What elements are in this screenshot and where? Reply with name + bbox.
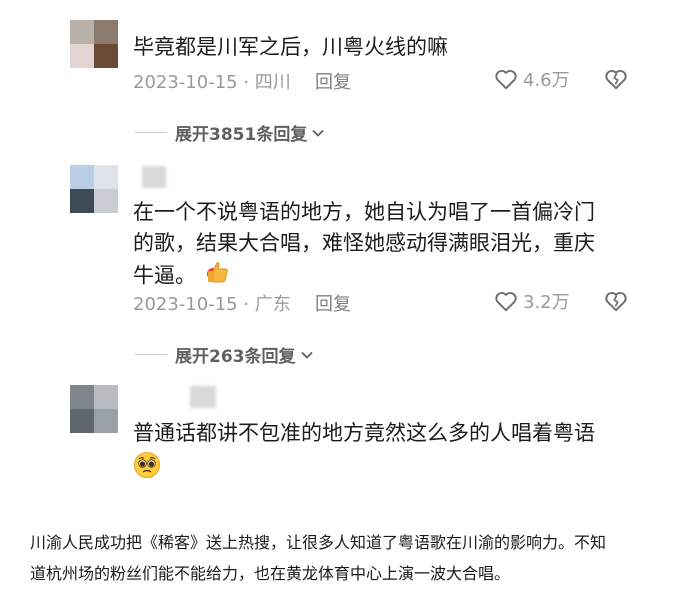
article-line: 道杭州场的粉丝们能不能给力，也在黄龙体育中心上演一波大合唱。 bbox=[30, 564, 511, 583]
like-count: 3.2万 bbox=[523, 292, 570, 313]
chevron-down-icon bbox=[300, 351, 313, 359]
heart-outline-icon bbox=[495, 292, 517, 312]
expand-replies-label: 展开263条回复 bbox=[175, 347, 296, 367]
comment-meta: 2023-10-15 · 四川 回复 4.6万 bbox=[133, 68, 633, 94]
broken-heart-icon bbox=[605, 70, 627, 90]
like-button[interactable]: 3.2万 bbox=[493, 288, 570, 314]
chevron-down-icon bbox=[312, 129, 324, 137]
article-line: 川渝人民成功把《稀客》送上热搜，让很多人知道了粤语歌在川渝的影响力。不知 bbox=[30, 533, 607, 552]
like-button[interactable]: 4.6万 bbox=[493, 66, 570, 92]
like-count: 4.6万 bbox=[523, 70, 570, 91]
avatar[interactable] bbox=[70, 385, 118, 433]
broken-heart-icon bbox=[605, 292, 627, 312]
dislike-button[interactable] bbox=[603, 288, 629, 319]
avatar[interactable] bbox=[70, 165, 118, 213]
comment-text-line: 在一个不说粤语的地方，她自认为唱了一首偏冷门 bbox=[133, 200, 595, 224]
expand-replies-button[interactable]: 展开3851条回复 bbox=[135, 120, 326, 145]
comment-text: 毕竟都是川军之后，川粤火线的嘛 bbox=[133, 35, 448, 59]
comment-date-location: 2023-10-15 · 广东 bbox=[133, 294, 291, 315]
comment-text-line: 的歌，结果大合唱，难怪她感动得满眼泪光，重庆 bbox=[133, 231, 595, 255]
reply-button[interactable]: 回复 bbox=[315, 68, 351, 94]
article-paragraph: 川渝人民成功把《稀客》送上热搜，让很多人知道了粤语歌在川渝的影响力。不知 道杭州… bbox=[30, 527, 660, 589]
pleading-face-emoji bbox=[133, 451, 595, 488]
thumbs-up-emoji bbox=[204, 259, 230, 294]
avatar[interactable] bbox=[70, 20, 118, 68]
username-blurred bbox=[190, 386, 216, 408]
divider bbox=[135, 132, 167, 133]
expand-replies-button[interactable]: 展开263条回复 bbox=[135, 342, 315, 367]
comment-text: 普通话都讲不包准的地方竟然这么多的人唱着粤语 bbox=[133, 418, 595, 488]
expand-replies-label: 展开3851条回复 bbox=[175, 125, 308, 145]
reply-button[interactable]: 回复 bbox=[315, 290, 351, 316]
comment-date-location: 2023-10-15 · 四川 bbox=[133, 72, 291, 93]
heart-outline-icon bbox=[495, 70, 517, 90]
username-blurred bbox=[142, 166, 166, 188]
dislike-button[interactable] bbox=[603, 66, 629, 97]
comment-text: 在一个不说粤语的地方，她自认为唱了一首偏冷门 的歌，结果大合唱，难怪她感动得满眼… bbox=[133, 197, 595, 294]
comment-meta: 2023-10-15 · 广东 回复 3.2万 bbox=[133, 290, 633, 316]
comment-text-line: 普通话都讲不包准的地方竟然这么多的人唱着粤语 bbox=[133, 421, 595, 445]
divider bbox=[135, 354, 167, 355]
